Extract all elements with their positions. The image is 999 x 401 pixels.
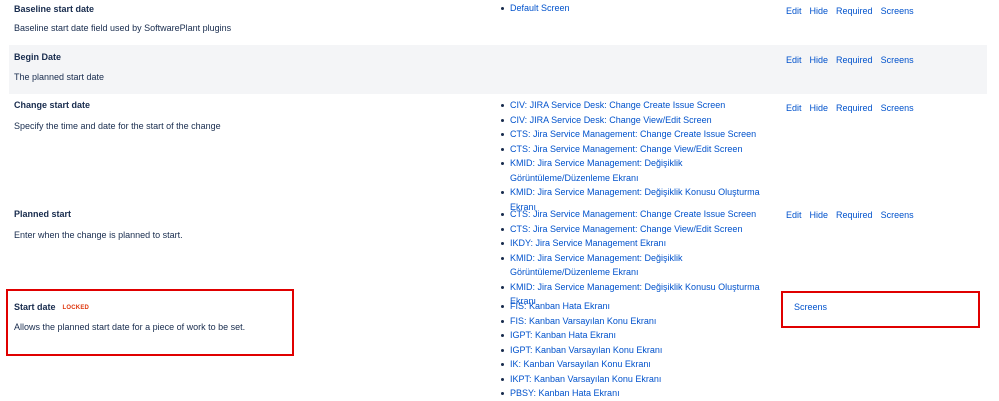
field-row-change-start-date: Change start date Specify the time and d… <box>9 96 987 212</box>
screen-link[interactable]: KMID: Jira Service Management: Değişikli… <box>499 251 768 280</box>
edit-link[interactable]: Edit <box>786 55 802 65</box>
operations: Edit Hide Required Screens <box>786 103 922 113</box>
highlight-box-field-name <box>6 289 294 356</box>
field-name: Begin Date <box>14 52 62 62</box>
required-link[interactable]: Required <box>836 103 873 113</box>
field-description: Specify the time and date for the start … <box>14 121 221 131</box>
screen-list: CTS: Jira Service Management: Change Cre… <box>499 207 768 309</box>
screen-link[interactable]: IKPT: Kanban Varsayılan Konu Ekranı <box>499 372 768 387</box>
hide-link[interactable]: Hide <box>810 55 829 65</box>
edit-link[interactable]: Edit <box>786 6 802 16</box>
field-row-planned-start: Planned start Enter when the change is p… <box>9 204 987 306</box>
field-description: The planned start date <box>14 72 105 82</box>
screen-link[interactable]: CIV: JIRA Service Desk: Change Create Is… <box>499 98 768 113</box>
screen-link[interactable]: CTS: Jira Service Management: Change Vie… <box>499 222 768 237</box>
screen-link[interactable]: IK: Kanban Varsayılan Konu Ekranı <box>499 357 768 372</box>
screen-list: Default Screen <box>499 1 768 16</box>
edit-link[interactable]: Edit <box>786 103 802 113</box>
hide-link[interactable]: Hide <box>810 103 829 113</box>
screen-link[interactable]: FIS: Kanban Varsayılan Konu Ekranı <box>499 314 768 329</box>
screen-link[interactable]: IKDY: Jira Service Management Ekranı <box>499 236 768 251</box>
screen-link[interactable]: KMID: Jira Service Management: Değişikli… <box>499 156 768 185</box>
field-description: Baseline start date field used by Softwa… <box>14 23 232 33</box>
screens-link[interactable]: Screens <box>881 6 914 16</box>
hide-link[interactable]: Hide <box>810 210 829 220</box>
field-name: Baseline start date <box>14 4 95 14</box>
field-row-begin-date: Begin Date The planned start date Edit Hi… <box>9 45 987 94</box>
field-row-baseline-start-date: Baseline start date Baseline start date … <box>9 0 987 44</box>
screen-link[interactable]: FIS: Kanban Hata Ekranı <box>499 299 768 314</box>
field-name: Planned start <box>14 209 72 219</box>
screen-link[interactable]: Default Screen <box>499 1 768 16</box>
screen-link[interactable]: IGPT: Kanban Hata Ekranı <box>499 328 768 343</box>
screens-link[interactable]: Screens <box>881 103 914 113</box>
screen-list: FIS: Kanban Hata Ekranı FIS: Kanban Vars… <box>499 299 768 401</box>
screens-link[interactable]: Screens <box>881 210 914 220</box>
field-name: Change start date <box>14 100 91 110</box>
screen-link[interactable]: CTS: Jira Service Management: Change Cre… <box>499 207 768 222</box>
hide-link[interactable]: Hide <box>810 6 829 16</box>
screen-link[interactable]: PBSY: Kanban Hata Ekranı <box>499 386 768 401</box>
field-description: Enter when the change is planned to star… <box>14 230 183 240</box>
edit-link[interactable]: Edit <box>786 210 802 220</box>
screen-link[interactable]: CIV: JIRA Service Desk: Change View/Edit… <box>499 113 768 128</box>
highlight-box-operations <box>781 291 980 328</box>
screen-link[interactable]: CTS: Jira Service Management: Change Cre… <box>499 127 768 142</box>
required-link[interactable]: Required <box>836 6 873 16</box>
required-link[interactable]: Required <box>836 55 873 65</box>
screen-link[interactable]: CTS: Jira Service Management: Change Vie… <box>499 142 768 157</box>
screen-link[interactable]: IGPT: Kanban Varsayılan Konu Ekranı <box>499 343 768 358</box>
operations: Edit Hide Required Screens <box>786 55 922 65</box>
screens-link[interactable]: Screens <box>881 55 914 65</box>
screen-list: CIV: JIRA Service Desk: Change Create Is… <box>499 98 768 214</box>
required-link[interactable]: Required <box>836 210 873 220</box>
operations: Edit Hide Required Screens <box>786 6 922 16</box>
operations: Edit Hide Required Screens <box>786 210 922 220</box>
